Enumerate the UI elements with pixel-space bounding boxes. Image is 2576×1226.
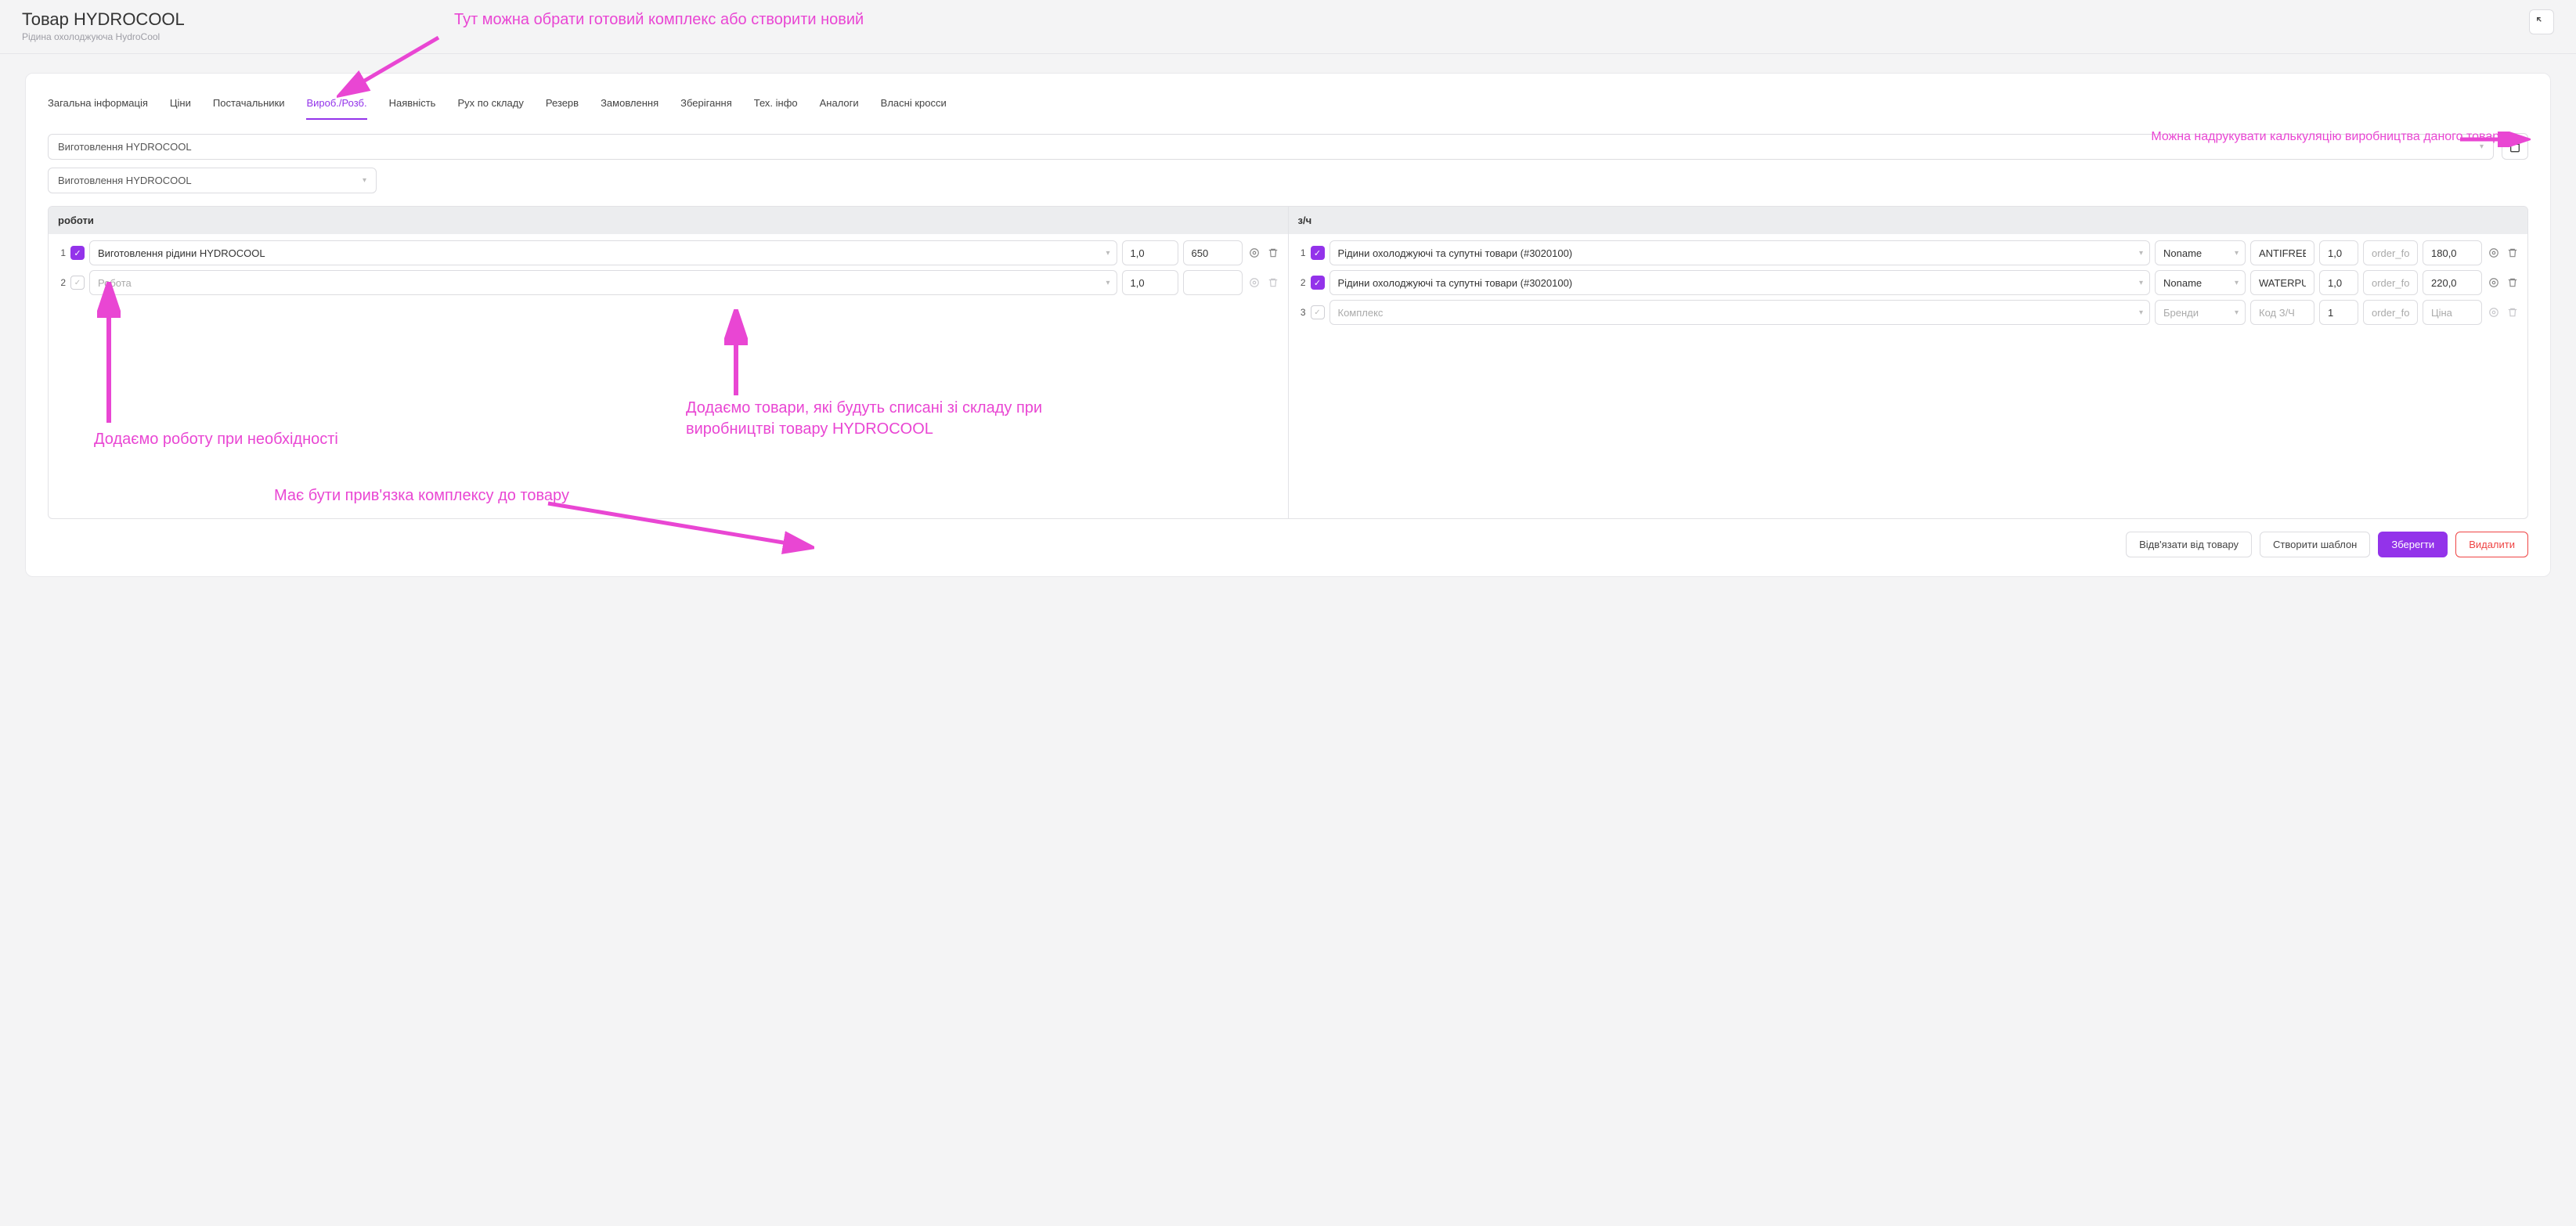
work-name-select[interactable]: Виготовлення рідини HYDROCOOL▾ <box>89 240 1117 265</box>
document-icon <box>2509 140 2521 153</box>
tabs: Загальна інформація Ціни Постачальники В… <box>26 89 2550 121</box>
part-complex-select[interactable]: Рідини охолоджуючі та супутні товари (#3… <box>1329 240 2151 265</box>
tab-reserve[interactable]: Резерв <box>546 92 579 120</box>
complex-select-value: Виготовлення HYDROCOOL <box>58 141 192 153</box>
row-index: 1 <box>1297 247 1306 258</box>
work-row: 1 ✓ Виготовлення рідини HYDROCOOL▾ <box>56 240 1280 265</box>
part-order-input[interactable] <box>2363 270 2418 295</box>
part-brand-select[interactable]: Бренди▾ <box>2155 300 2246 325</box>
chevron-down-icon: ▾ <box>2480 142 2484 151</box>
expand-icon <box>2535 16 2548 28</box>
row-index: 1 <box>56 247 66 258</box>
tab-production[interactable]: Вироб./Розб. <box>306 92 366 120</box>
part-qty-input[interactable] <box>2319 240 2358 265</box>
tab-storage[interactable]: Зберігання <box>680 92 732 120</box>
tab-availability[interactable]: Наявність <box>389 92 436 120</box>
work-price-input[interactable] <box>1183 240 1243 265</box>
delete-icon[interactable] <box>1266 276 1280 290</box>
page-title: Товар HYDROCOOL <box>22 9 185 30</box>
grid: роботи 1 ✓ Виготовлення рідини HYDROCOOL… <box>48 206 2528 519</box>
settings-icon[interactable] <box>2487 246 2501 260</box>
delete-icon[interactable] <box>2506 246 2520 260</box>
delete-icon[interactable] <box>2506 276 2520 290</box>
complex-name-value: Виготовлення HYDROCOOL <box>58 175 192 186</box>
create-template-button[interactable]: Створити шаблон <box>2260 532 2370 557</box>
chevron-down-icon: ▾ <box>1106 279 1109 287</box>
part-qty-input[interactable] <box>2319 270 2358 295</box>
part-code-input[interactable] <box>2250 240 2314 265</box>
row-checkbox[interactable]: ✓ <box>1311 276 1325 290</box>
complex-name-select[interactable]: Виготовлення HYDROCOOL ▾ <box>48 168 377 193</box>
tab-suppliers[interactable]: Постачальники <box>213 92 285 120</box>
work-qty-input[interactable] <box>1122 270 1178 295</box>
work-qty-input[interactable] <box>1122 240 1178 265</box>
tab-orders[interactable]: Замовлення <box>601 92 658 120</box>
work-name-select[interactable]: Робота▾ <box>89 270 1117 295</box>
row-index: 3 <box>1297 307 1306 318</box>
part-order-input[interactable] <box>2363 300 2418 325</box>
chevron-down-icon: ▾ <box>2235 279 2239 287</box>
row-checkbox[interactable]: ✓ <box>70 246 85 260</box>
row-index: 2 <box>56 277 66 288</box>
chevron-down-icon: ▾ <box>363 176 366 185</box>
delete-button[interactable]: Видалити <box>2455 532 2528 557</box>
tab-prices[interactable]: Ціни <box>170 92 191 120</box>
chevron-down-icon: ▾ <box>2235 249 2239 258</box>
row-checkbox[interactable]: ✓ <box>1311 305 1325 319</box>
part-order-input[interactable] <box>2363 240 2418 265</box>
tab-own-crosses[interactable]: Власні кросси <box>881 92 947 120</box>
work-price-input[interactable] <box>1183 270 1243 295</box>
chevron-down-icon: ▾ <box>1106 249 1109 258</box>
page-subtitle: Рідина охолоджуюча HydroCool <box>22 31 185 42</box>
delete-icon[interactable] <box>1266 246 1280 260</box>
chevron-down-icon: ▾ <box>2139 249 2143 258</box>
header-action-button[interactable] <box>2529 9 2554 34</box>
part-code-input[interactable] <box>2250 270 2314 295</box>
grid-left: роботи 1 ✓ Виготовлення рідини HYDROCOOL… <box>49 207 1288 518</box>
part-row: 3 ✓ Комплекс▾ Бренди▾ <box>1297 300 2520 325</box>
settings-icon[interactable] <box>1247 246 1261 260</box>
settings-icon[interactable] <box>2487 276 2501 290</box>
tab-general[interactable]: Загальна інформація <box>48 92 148 120</box>
tab-tech-info[interactable]: Тех. інфо <box>754 92 798 120</box>
grid-left-header: роботи <box>49 207 1288 234</box>
part-row: 1 ✓ Рідини охолоджуючі та супутні товари… <box>1297 240 2520 265</box>
part-row: 2 ✓ Рідини охолоджуючі та супутні товари… <box>1297 270 2520 295</box>
row-checkbox[interactable]: ✓ <box>1311 246 1325 260</box>
footer-buttons: Відв'язати від товару Створити шаблон Зб… <box>26 519 2550 557</box>
part-code-input[interactable] <box>2250 300 2314 325</box>
print-calc-button[interactable] <box>2502 133 2528 160</box>
work-row: 2 ✓ Робота▾ <box>56 270 1280 295</box>
part-brand-select[interactable]: Noname▾ <box>2155 270 2246 295</box>
tab-stock-flow[interactable]: Рух по складу <box>457 92 523 120</box>
chevron-down-icon: ▾ <box>2235 308 2239 317</box>
part-brand-select[interactable]: Noname▾ <box>2155 240 2246 265</box>
unbind-button[interactable]: Відв'язати від товару <box>2126 532 2252 557</box>
delete-icon[interactable] <box>2506 305 2520 319</box>
page-header: Товар HYDROCOOL Рідина охолоджуюча Hydro… <box>0 0 2576 54</box>
part-price-input[interactable] <box>2423 240 2482 265</box>
grid-right: з/ч 1 ✓ Рідини охолоджуючі та супутні то… <box>1288 207 2528 518</box>
complex-select[interactable]: Виготовлення HYDROCOOL ▾ <box>48 134 2494 160</box>
row-checkbox[interactable]: ✓ <box>70 276 85 290</box>
part-price-input[interactable] <box>2423 270 2482 295</box>
save-button[interactable]: Зберегти <box>2378 532 2448 557</box>
row-index: 2 <box>1297 277 1306 288</box>
tab-analogs[interactable]: Аналоги <box>820 92 859 120</box>
settings-icon[interactable] <box>2487 305 2501 319</box>
chevron-down-icon: ▾ <box>2139 308 2143 317</box>
part-price-input[interactable] <box>2423 300 2482 325</box>
part-complex-select[interactable]: Рідини охолоджуючі та супутні товари (#3… <box>1329 270 2151 295</box>
grid-right-header: з/ч <box>1289 207 2528 234</box>
part-complex-select[interactable]: Комплекс▾ <box>1329 300 2151 325</box>
settings-icon[interactable] <box>1247 276 1261 290</box>
main-card: Загальна інформація Ціни Постачальники В… <box>25 73 2551 577</box>
part-qty-input[interactable] <box>2319 300 2358 325</box>
chevron-down-icon: ▾ <box>2139 279 2143 287</box>
